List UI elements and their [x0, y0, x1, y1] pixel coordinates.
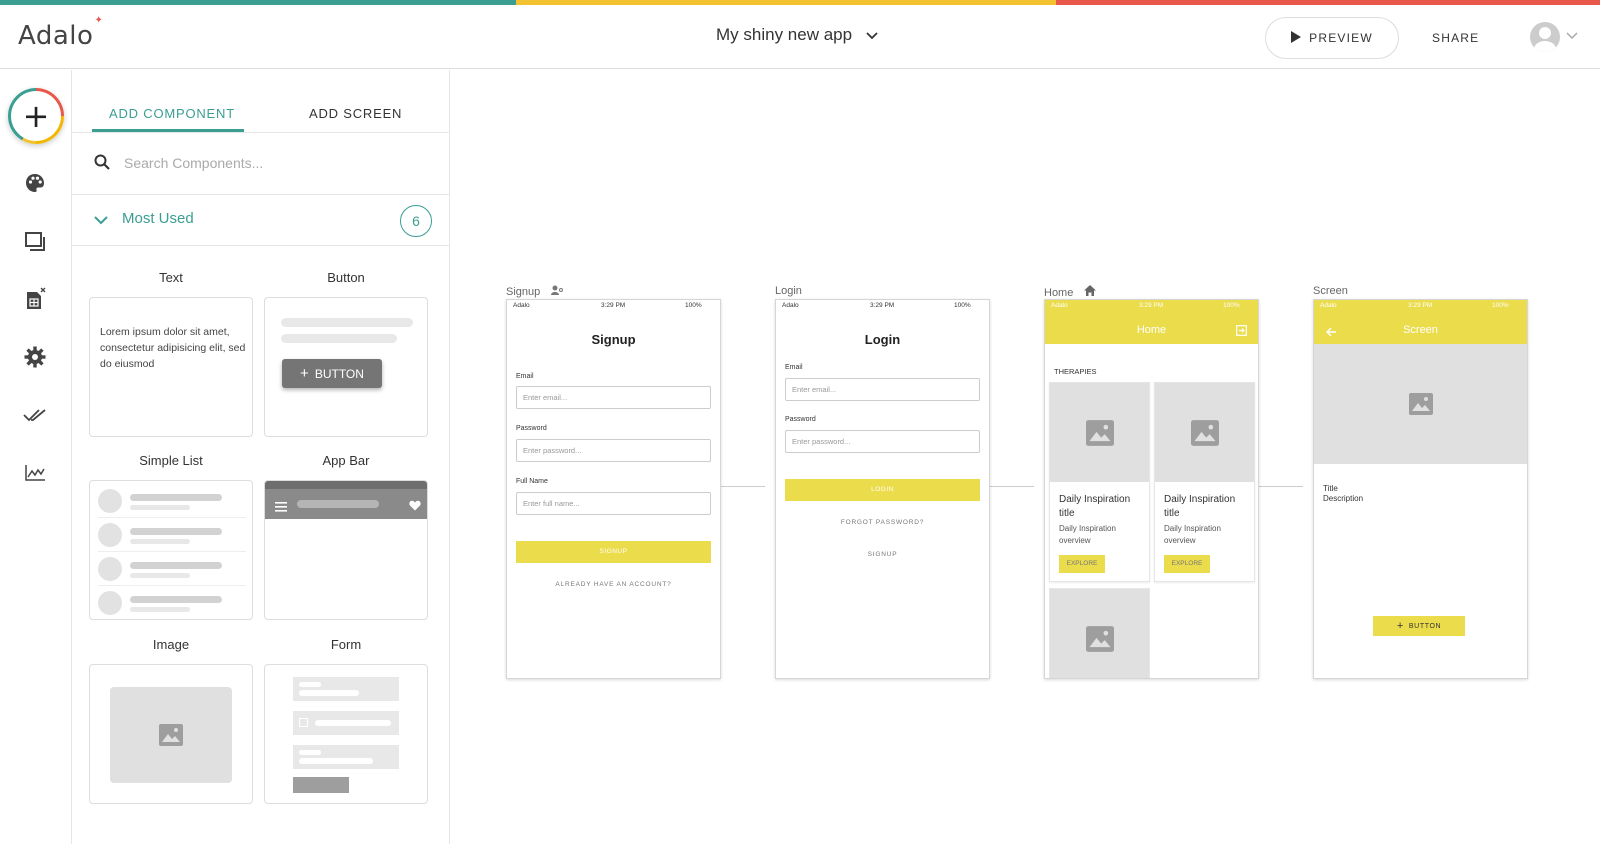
image-placeholder-icon	[1050, 589, 1149, 678]
component-label-simple-list: Simple List	[139, 453, 203, 468]
heart-icon	[409, 498, 421, 516]
tab-add-component[interactable]: ADD COMPONENT	[109, 106, 235, 121]
component-label-form: Form	[330, 637, 362, 652]
forgot-password-link[interactable]: FORGOT PASSWORD?	[776, 519, 989, 526]
login-button[interactable]: LOGIN	[785, 479, 980, 501]
screens-icon[interactable]	[22, 228, 48, 254]
screen-label-home[interactable]: Home	[1044, 285, 1097, 299]
item-description: Description	[1323, 494, 1364, 503]
section-heading: THERAPIES	[1054, 367, 1097, 376]
password-field[interactable]: Enter password...	[785, 430, 980, 453]
status-bar: Adalo 3:29 PM 100%	[782, 302, 971, 309]
logout-icon[interactable]	[1236, 323, 1247, 341]
email-field[interactable]: Enter email...	[516, 386, 711, 409]
gear-icon[interactable]	[22, 344, 48, 370]
text-preview: Lorem ipsum dolor sit amet, consectetur …	[100, 326, 246, 370]
section-most-used[interactable]: Most Used	[122, 210, 194, 227]
app-name-dropdown[interactable]: My shiny new app	[716, 25, 878, 45]
play-icon	[1291, 30, 1302, 46]
logo-sparkle-icon: ✦	[94, 15, 104, 26]
list-item[interactable]: Daily Inspiration title Daily Inspiratio…	[1154, 382, 1255, 582]
list-item[interactable]: Daily Inspiration title Daily Inspiratio…	[1049, 382, 1150, 582]
screen-label-signup[interactable]: Signup	[506, 285, 564, 298]
component-label-app-bar: App Bar	[322, 453, 370, 468]
component-button[interactable]: + BUTTON	[264, 297, 428, 437]
item-title: Title	[1323, 484, 1338, 493]
app-bar: Adalo 3:29 PM 100% Screen	[1314, 300, 1527, 344]
search-input[interactable]	[124, 150, 424, 176]
add-panel-button[interactable]: +	[8, 88, 64, 144]
explore-button[interactable]: EXPLORE	[1059, 555, 1105, 573]
screen-label-login[interactable]: Login	[775, 285, 802, 297]
preview-button[interactable]: PREVIEW	[1265, 17, 1399, 59]
explore-button[interactable]: EXPLORE	[1164, 555, 1210, 573]
component-label-image: Image	[152, 637, 190, 652]
left-rail: +	[0, 70, 72, 844]
top-header: Adalo ✦ My shiny new app PREVIEW SHARE	[0, 5, 1600, 69]
component-label-text: Text	[159, 270, 183, 285]
image-placeholder-icon	[1314, 344, 1527, 464]
image-placeholder-icon	[110, 687, 232, 783]
screen-title: Signup	[591, 332, 636, 347]
screens-canvas[interactable]: Signup Adalo 3:29 PM 100% Signup Email E…	[451, 70, 1600, 844]
screen-login[interactable]: Adalo 3:29 PM 100% Login Email Enter ema…	[775, 299, 990, 679]
adalo-logo[interactable]: Adalo ✦	[18, 15, 103, 51]
screen-label-screen[interactable]: Screen	[1313, 285, 1348, 297]
screen-signup[interactable]: Adalo 3:29 PM 100% Signup Email Enter em…	[506, 299, 721, 679]
app-name: My shiny new app	[716, 25, 853, 44]
component-count-badge: 6	[400, 205, 432, 237]
menu-icon	[275, 499, 287, 517]
button-preview: + BUTTON	[282, 359, 382, 388]
component-simple-list[interactable]	[89, 480, 253, 620]
avatar[interactable]	[1530, 22, 1560, 52]
analytics-icon[interactable]	[22, 460, 48, 486]
already-have-account-link[interactable]: ALREADY HAVE AN ACCOUNT?	[507, 581, 720, 588]
account-chevron-down-icon[interactable]	[1566, 29, 1578, 43]
app-bar: Adalo 3:29 PM 100% Home	[1045, 300, 1258, 344]
search-icon	[94, 154, 112, 172]
component-label-button: Button	[327, 270, 365, 285]
palette-icon[interactable]	[22, 170, 48, 196]
publish-check-icon[interactable]	[22, 402, 48, 428]
full-name-field[interactable]: Enter full name...	[516, 492, 711, 515]
app-bar-title: Home	[1136, 324, 1167, 336]
user-settings-icon	[551, 285, 564, 298]
image-placeholder-icon	[1155, 383, 1254, 482]
share-button[interactable]: SHARE	[1432, 31, 1479, 45]
component-form[interactable]	[264, 664, 428, 804]
component-app-bar[interactable]	[264, 480, 428, 620]
action-button[interactable]: + BUTTON	[1373, 616, 1465, 636]
component-text[interactable]: Lorem ipsum dolor sit amet, consectetur …	[89, 297, 253, 437]
add-icon: +	[11, 91, 61, 141]
database-icon[interactable]	[22, 286, 48, 312]
status-bar: Adalo 3:29 PM 100%	[1051, 302, 1240, 309]
home-icon	[1084, 285, 1097, 299]
status-bar: Adalo 3:29 PM 100%	[1320, 302, 1509, 309]
signup-button[interactable]: SIGNUP	[516, 541, 711, 563]
signup-link[interactable]: SIGNUP	[776, 551, 989, 558]
chevron-down-icon[interactable]	[94, 212, 108, 230]
app-bar-title: Screen	[1403, 324, 1438, 336]
add-panel: ADD COMPONENT ADD SCREEN Most Used 6 Tex…	[72, 70, 450, 844]
status-bar: Adalo 3:29 PM 100%	[513, 302, 702, 309]
tab-add-screen[interactable]: ADD SCREEN	[309, 106, 402, 121]
list-item[interactable]	[1049, 588, 1150, 678]
password-field[interactable]: Enter password...	[516, 439, 711, 462]
screen-generic[interactable]: Adalo 3:29 PM 100% Screen Title Descript…	[1313, 299, 1528, 679]
chevron-down-icon	[866, 28, 878, 43]
screen-title: Login	[864, 332, 901, 347]
email-field[interactable]: Enter email...	[785, 378, 980, 401]
screen-home[interactable]: Adalo 3:29 PM 100% Home THERAPIES Daily …	[1044, 299, 1259, 679]
component-image[interactable]	[89, 664, 253, 804]
image-placeholder-icon	[1050, 383, 1149, 482]
